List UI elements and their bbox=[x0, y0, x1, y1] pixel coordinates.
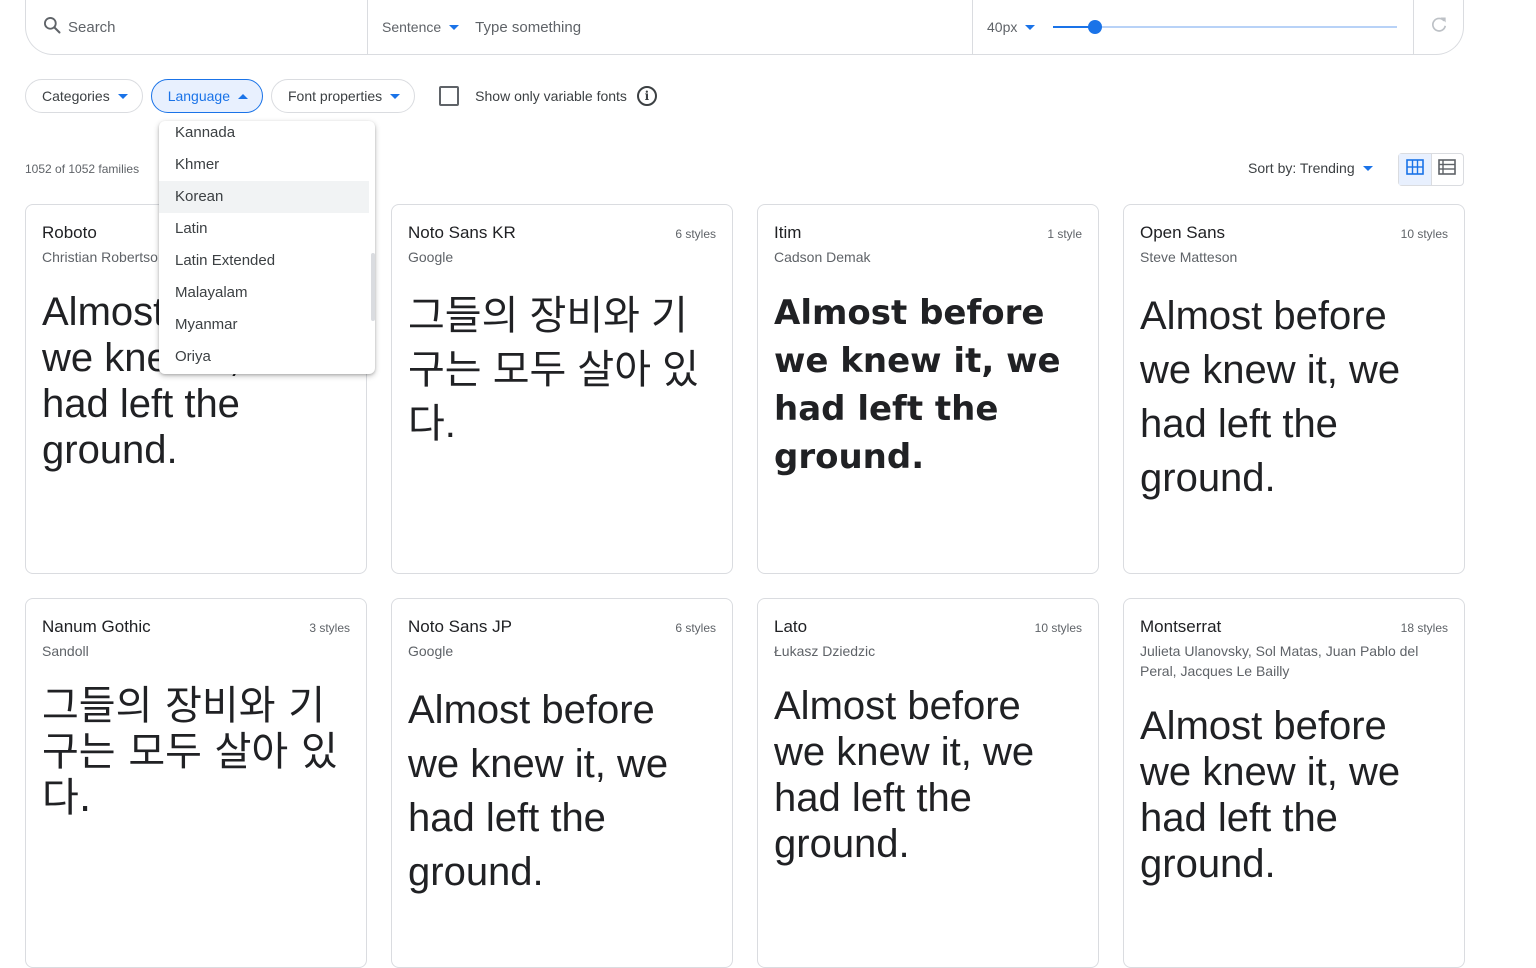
font-sample: 그들의 장비와 기구는 모두 살아 있다. bbox=[42, 683, 338, 821]
style-count: 18 styles bbox=[1400, 621, 1448, 635]
font-name: Nanum Gothic bbox=[42, 617, 151, 636]
variable-fonts-option: Show only variable fonts i bbox=[439, 86, 657, 106]
font-sample: Almost before we knew it, we had left th… bbox=[774, 684, 1035, 866]
font-name: Roboto bbox=[42, 223, 97, 242]
refresh-icon bbox=[1429, 15, 1449, 40]
chevron-down-icon[interactable] bbox=[449, 24, 460, 30]
designer-name: Łukasz Dziedzic bbox=[774, 643, 876, 659]
variable-fonts-label: Show only variable fonts bbox=[475, 88, 627, 104]
designer-name: Steve Matteson bbox=[1140, 249, 1238, 265]
results-count: 1052 of 1052 families bbox=[25, 162, 140, 176]
style-count: 6 styles bbox=[675, 621, 716, 635]
preview-text-field: Sentence Type something bbox=[368, 0, 973, 54]
font-name: Itim bbox=[774, 223, 802, 242]
sort-label: Sort by: Trending bbox=[1248, 160, 1355, 176]
language-option[interactable]: Latin Extended bbox=[159, 245, 369, 277]
font-sample: Almost before we knew it, we had left th… bbox=[1140, 704, 1401, 886]
font-name: Lato bbox=[774, 617, 808, 636]
preview-text-input[interactable]: Type something bbox=[475, 19, 581, 36]
font-name: Open Sans bbox=[1140, 223, 1226, 242]
style-count: 10 styles bbox=[1400, 227, 1448, 241]
list-view-button[interactable] bbox=[1432, 154, 1464, 185]
chevron-up-icon bbox=[238, 93, 248, 99]
search-field[interactable]: Search bbox=[26, 0, 368, 54]
font-sample: 그들의 장비와 기구는 모두 살아 있다. bbox=[408, 294, 699, 446]
language-filter[interactable]: Language bbox=[150, 79, 263, 113]
font-sample: Almost before we knew it, we had left th… bbox=[774, 293, 1061, 477]
variable-fonts-checkbox[interactable] bbox=[439, 86, 460, 106]
font-size-dropdown[interactable]: 40px bbox=[987, 19, 1017, 35]
slider-thumb[interactable] bbox=[1087, 20, 1102, 34]
font-properties-filter[interactable]: Font properties bbox=[271, 79, 416, 113]
font-card[interactable]: Noto Sans KR 6 styles Google 그들의 장비와 기구는 … bbox=[391, 204, 733, 574]
font-card[interactable]: Itim 1 style Cadson Demak Almost before w… bbox=[757, 204, 1099, 574]
designer-name: Google bbox=[408, 249, 454, 265]
font-card[interactable]: Nanum Gothic 3 styles Sandoll 그들의 장비와 기구는… bbox=[25, 598, 367, 968]
search-icon bbox=[42, 15, 62, 40]
grid-view-button[interactable] bbox=[1399, 154, 1432, 185]
slider-track bbox=[1053, 26, 1398, 28]
sentence-dropdown[interactable]: Sentence bbox=[382, 19, 441, 35]
chevron-down-icon bbox=[390, 93, 401, 99]
filter-bar: Categories Language Font properties Show… bbox=[25, 79, 657, 113]
font-card[interactable]: Noto Sans JP 6 styles Google Almost befor… bbox=[391, 598, 733, 968]
font-name: Noto Sans JP bbox=[408, 617, 512, 636]
font-sample: Almost before we knew it, we had left th… bbox=[408, 688, 669, 894]
categories-label: Categories bbox=[42, 88, 110, 104]
style-count: 3 styles bbox=[309, 621, 350, 635]
style-count: 10 styles bbox=[1034, 621, 1082, 635]
style-count: 1 style bbox=[1047, 227, 1082, 241]
designer-name: Sandoll bbox=[42, 643, 89, 659]
toolbar: Search Sentence Type something 40px bbox=[25, 0, 1464, 55]
sort-dropdown[interactable]: Sort by: Trending bbox=[1248, 160, 1373, 176]
font-properties-label: Font properties bbox=[288, 88, 383, 104]
designer-name: Cadson Demak bbox=[774, 249, 871, 265]
font-size-control: 40px bbox=[973, 0, 1414, 54]
language-label: Language bbox=[167, 88, 230, 104]
categories-filter[interactable]: Categories bbox=[25, 79, 143, 113]
font-card[interactable]: Open Sans 10 styles Steve Matteson Almost… bbox=[1123, 204, 1465, 574]
language-option[interactable]: Khmer bbox=[159, 149, 369, 181]
font-sample: Almost before we knew it, we had left th… bbox=[1140, 294, 1401, 500]
language-option[interactable]: Malayalam bbox=[159, 277, 369, 309]
language-option[interactable]: Kannada bbox=[159, 121, 369, 149]
language-option[interactable]: Latin bbox=[159, 213, 369, 245]
font-name: Montserrat bbox=[1140, 617, 1222, 636]
font-size-slider[interactable] bbox=[1053, 20, 1398, 34]
language-menu: Kannada Khmer Korean Latin Latin Extended Mal… bbox=[159, 121, 375, 374]
chevron-down-icon[interactable] bbox=[1025, 24, 1036, 30]
language-option[interactable]: Oriya bbox=[159, 341, 369, 373]
font-name: Noto Sans KR bbox=[408, 223, 516, 242]
grid-icon bbox=[1405, 159, 1424, 180]
menu-scrollbar[interactable] bbox=[371, 253, 375, 321]
reset-button[interactable] bbox=[1414, 0, 1463, 54]
chevron-down-icon bbox=[117, 93, 128, 99]
designer-name: Julieta Ulanovsky, Sol Matas, Juan Pablo… bbox=[1140, 643, 1419, 679]
designer-name: Google bbox=[408, 643, 454, 659]
language-menu-list: Kannada Khmer Korean Latin Latin Extended Mal… bbox=[159, 121, 369, 373]
info-icon[interactable]: i bbox=[636, 86, 657, 106]
search-input[interactable]: Search bbox=[68, 19, 116, 36]
chevron-down-icon bbox=[1362, 165, 1373, 171]
language-option[interactable]: Myanmar bbox=[159, 309, 369, 341]
language-option[interactable]: Korean bbox=[159, 181, 369, 213]
list-icon bbox=[1438, 159, 1457, 180]
style-count: 6 styles bbox=[675, 227, 716, 241]
view-toggle bbox=[1398, 153, 1464, 186]
font-card[interactable]: Lato 10 styles Łukasz Dziedzic Almost bef… bbox=[757, 598, 1099, 968]
font-card[interactable]: Montserrat 18 styles Julieta Ulanovsky, S… bbox=[1123, 598, 1465, 968]
